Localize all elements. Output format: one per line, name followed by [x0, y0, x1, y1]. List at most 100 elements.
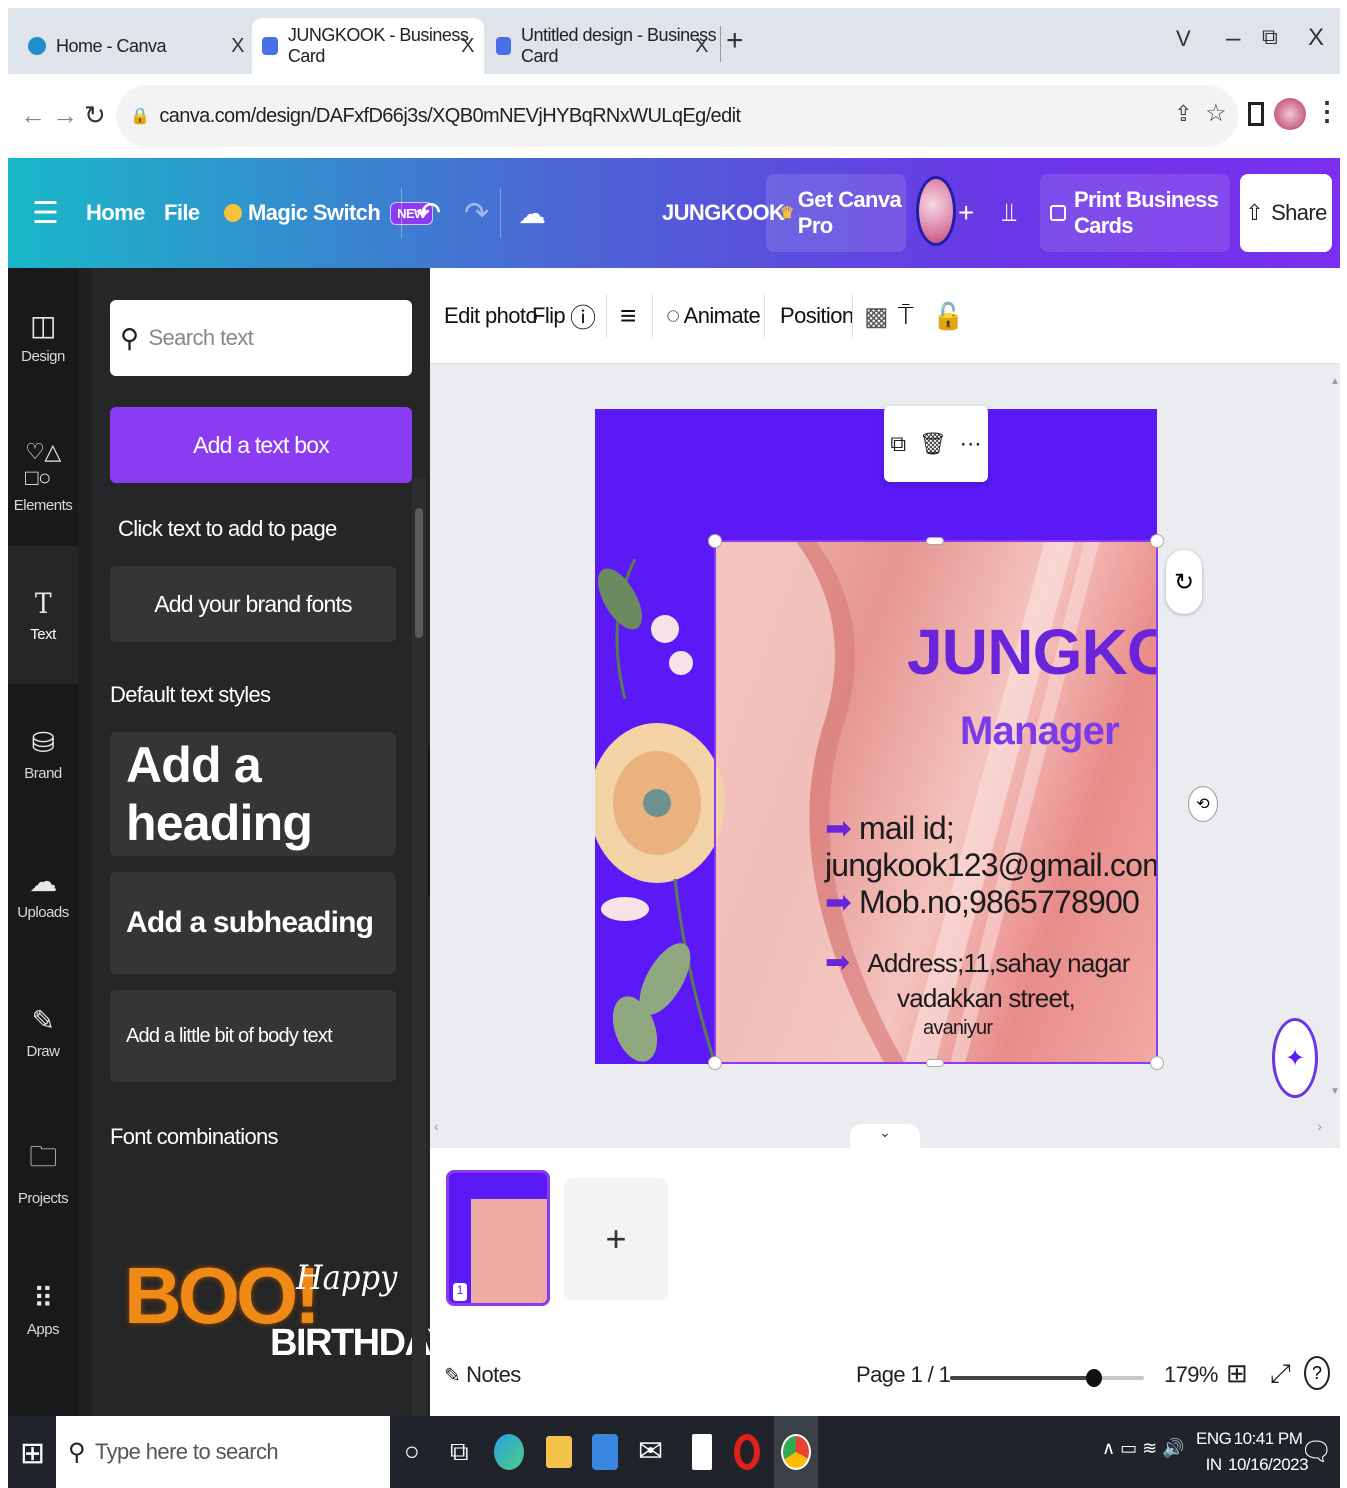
- notes-button[interactable]: ✎ Notes: [444, 1362, 521, 1388]
- card-mobile-line[interactable]: ➡ Mob.no;9865778900: [825, 883, 1140, 921]
- reload-icon[interactable]: ↻: [84, 100, 106, 131]
- card-address-line[interactable]: ➡ Address;11,sahay nagar: [825, 945, 1130, 980]
- rail-item-projects[interactable]: 🗀 Projects: [8, 1102, 78, 1240]
- magic-sparkle-button[interactable]: ✦: [1272, 1018, 1318, 1098]
- file-explorer-icon[interactable]: [546, 1436, 572, 1468]
- minimize-button[interactable]: –: [1226, 22, 1240, 53]
- flower-illustration[interactable]: [595, 559, 725, 1064]
- language-indicator[interactable]: ENG IN: [1196, 1426, 1232, 1478]
- rail-item-apps[interactable]: ⠿ Apps: [8, 1241, 78, 1379]
- rail-item-design[interactable]: ◫ Design: [8, 268, 78, 406]
- scroll-up-icon[interactable]: ▲: [1330, 376, 1340, 387]
- grid-view-icon[interactable]: ⊞: [1226, 1358, 1248, 1389]
- card-title-text[interactable]: Manager: [960, 709, 1120, 754]
- add-text-box-button[interactable]: Add a text box: [110, 407, 412, 483]
- search-input[interactable]: ⚲ Search text: [110, 300, 412, 376]
- add-heading-button[interactable]: Add a heading: [110, 732, 396, 856]
- scroll-right-icon[interactable]: ›: [1317, 1118, 1322, 1134]
- transparency-icon[interactable]: ▩: [864, 268, 889, 364]
- share-page-icon[interactable]: ⇪: [1174, 101, 1192, 127]
- tray-expand-icon[interactable]: ∧ ▭ ≋ 🔊: [1102, 1438, 1185, 1459]
- windows-start-icon[interactable]: ⊞: [20, 1436, 45, 1471]
- tab-close-icon[interactable]: X: [461, 35, 474, 58]
- side-panel-icon[interactable]: [1248, 102, 1264, 126]
- add-body-text-button[interactable]: Add a little bit of body text: [110, 990, 396, 1082]
- business-card[interactable]: JUNGKOOK Manager ➡mail id; jungkook123@g…: [595, 409, 1157, 1064]
- back-arrow-icon[interactable]: ←: [20, 100, 46, 131]
- home-button[interactable]: Home: [86, 158, 145, 268]
- cortana-icon[interactable]: ○: [404, 1436, 420, 1467]
- flip-button[interactable]: Flip: [532, 268, 566, 364]
- tab-search-button[interactable]: V: [1176, 26, 1191, 52]
- share-button[interactable]: ⇧ Share: [1240, 174, 1332, 252]
- card-name-text[interactable]: JUNGKOOK: [907, 615, 1157, 689]
- edit-photo-button[interactable]: Edit photo: [444, 268, 538, 364]
- expand-pages-chevron-icon[interactable]: ⌄: [850, 1124, 920, 1148]
- user-avatar[interactable]: [916, 176, 956, 246]
- position-button[interactable]: Position: [780, 268, 854, 364]
- rail-item-uploads[interactable]: ☁ Uploads: [8, 824, 78, 962]
- hamburger-menu-icon[interactable]: ☰: [32, 158, 59, 268]
- undo-icon[interactable]: ↶: [416, 158, 441, 268]
- tab-home-canva[interactable]: Home - Canva X: [18, 18, 254, 74]
- panel-scrollbar[interactable]: [412, 478, 426, 1416]
- opera-icon[interactable]: [734, 1434, 760, 1470]
- analytics-icon[interactable]: ⫫: [1002, 158, 1017, 268]
- help-button[interactable]: ?: [1304, 1356, 1330, 1390]
- info-icon[interactable]: ⓘ: [570, 268, 596, 364]
- zoom-level[interactable]: 179%: [1164, 1362, 1218, 1388]
- document-icon[interactable]: [692, 1434, 712, 1470]
- rail-scrollbar[interactable]: [78, 268, 92, 1416]
- add-subheading-button[interactable]: Add a subheading: [110, 872, 396, 974]
- browser-menu-icon[interactable]: ⋮: [1314, 96, 1340, 127]
- zoom-slider[interactable]: [950, 1369, 1144, 1387]
- rail-item-text[interactable]: T Text: [8, 546, 78, 684]
- cloud-saved-icon[interactable]: ☁: [518, 158, 546, 268]
- card-address-city[interactable]: avaniyur: [923, 1017, 993, 1040]
- notifications-icon[interactable]: 🗨: [1300, 1436, 1333, 1467]
- regenerate-icon[interactable]: ↻: [1166, 550, 1202, 614]
- tab-untitled-design[interactable]: Untitled design - Business Card X: [486, 18, 718, 74]
- paint-roller-icon[interactable]: ⍑: [898, 268, 914, 364]
- card-mail-line[interactable]: ➡ mail id; jungkook123@gmail.com: [825, 809, 1157, 884]
- restore-button[interactable]: ⧉: [1262, 24, 1278, 50]
- animate-button[interactable]: ◌ Animate: [666, 268, 761, 364]
- print-business-cards-button[interactable]: Print Business Cards: [1040, 174, 1230, 252]
- close-window-button[interactable]: X: [1308, 24, 1324, 52]
- tab-jungkook[interactable]: JUNGKOOK - Business Card X: [252, 18, 484, 74]
- url-field[interactable]: 🔒 canva.com/design/DAFxfD66j3s/XQB0mNEVj…: [116, 85, 1238, 147]
- clock[interactable]: 10:41 PM 10/16/2023: [1228, 1426, 1309, 1478]
- redo-icon[interactable]: ↷: [464, 158, 489, 268]
- rotate-icon[interactable]: ⟲: [1188, 786, 1218, 822]
- font-combo-happy[interactable]: Happy: [296, 1258, 397, 1298]
- tab-close-icon[interactable]: X: [231, 35, 244, 58]
- add-page-button[interactable]: +: [564, 1178, 668, 1300]
- forward-arrow-icon[interactable]: →: [52, 100, 78, 131]
- file-menu-button[interactable]: File: [164, 158, 200, 268]
- bookmark-star-icon[interactable]: ☆: [1205, 99, 1227, 128]
- chrome-taskbar-button[interactable]: [774, 1416, 818, 1488]
- scroll-down-icon[interactable]: ▼: [1330, 1086, 1340, 1097]
- edge-browser-icon[interactable]: [494, 1434, 524, 1470]
- new-tab-button[interactable]: +: [726, 24, 744, 58]
- invite-add-button[interactable]: +: [958, 158, 974, 268]
- delete-trash-icon[interactable]: 🗑: [919, 431, 947, 457]
- align-menu-icon[interactable]: ≡: [620, 268, 636, 364]
- card-address-street[interactable]: vadakkan street,: [897, 983, 1076, 1014]
- tab-close-icon[interactable]: X: [695, 35, 708, 58]
- page-thumbnail[interactable]: 1: [446, 1170, 550, 1306]
- lock-icon[interactable]: 🔓: [932, 268, 964, 364]
- horizontal-scrollbar[interactable]: ‹ › ⌄: [430, 1110, 1340, 1148]
- rail-item-brand[interactable]: ⛁ Brand: [8, 685, 78, 823]
- get-canva-pro-button[interactable]: ♛ Get Canva Pro: [766, 174, 906, 252]
- fullscreen-icon[interactable]: ⤢: [1270, 1358, 1291, 1390]
- more-options-icon[interactable]: ⋯: [960, 431, 982, 457]
- rail-item-draw[interactable]: ✎ Draw: [8, 963, 78, 1101]
- taskbar-search-input[interactable]: ⚲ Type here to search: [56, 1416, 390, 1488]
- add-brand-fonts-button[interactable]: Add your brand fonts: [110, 566, 396, 642]
- mail-icon[interactable]: ✉: [638, 1434, 663, 1469]
- task-view-icon[interactable]: ⧉: [450, 1436, 469, 1468]
- profile-avatar[interactable]: [1274, 98, 1306, 130]
- scroll-left-icon[interactable]: ‹: [434, 1118, 439, 1134]
- page-indicator[interactable]: Page 1 / 1: [856, 1362, 951, 1388]
